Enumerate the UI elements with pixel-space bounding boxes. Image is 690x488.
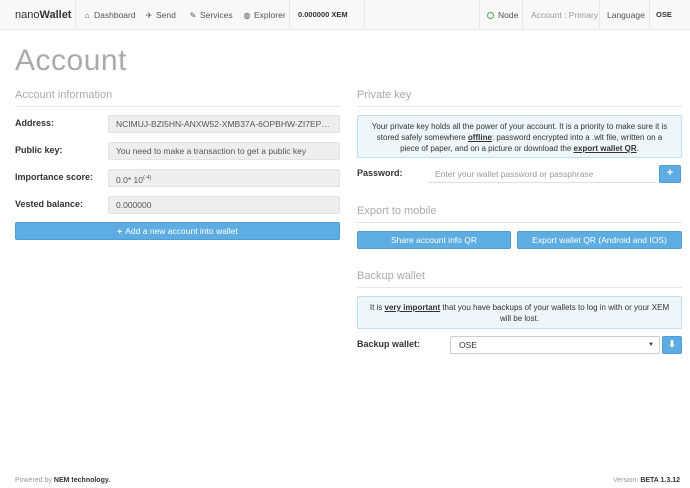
backup-wallet-selected: OSE <box>459 340 477 350</box>
nav-divider <box>479 0 480 30</box>
nav-dashboard[interactable]: ⌂ Dashboard <box>83 0 136 30</box>
section-divider <box>357 106 682 107</box>
download-icon: ⬇ <box>668 339 676 349</box>
footer-version: Version: BETA 1.3.12 <box>613 477 680 484</box>
account-selector[interactable]: Account : Primary <box>531 0 598 30</box>
node-label: Node <box>498 10 519 20</box>
section-divider <box>15 106 340 107</box>
share-account-qr-button[interactable]: Share account info QR <box>357 231 511 249</box>
wrench-icon: ✎ <box>189 11 197 20</box>
nav-divider <box>522 0 523 30</box>
footer-powered-by: Powered by NEM technology. <box>15 477 110 484</box>
nav-services[interactable]: ✎ Services <box>189 0 233 30</box>
nav-explorer-label: Explorer <box>254 10 286 20</box>
wallet-menu[interactable]: OSE <box>656 0 672 30</box>
private-key-title: Private key <box>357 89 412 101</box>
vested-balance-field: 0.000000 <box>108 196 340 214</box>
version-prefix: Version: <box>613 477 641 484</box>
vested-balance-label: Vested balance: <box>15 199 84 209</box>
public-key-field[interactable]: You need to make a transaction to get a … <box>108 142 340 160</box>
offline-emphasis: offline <box>467 133 492 142</box>
nav-divider <box>75 0 76 30</box>
backup-info-text: It is <box>369 303 385 312</box>
brand-suffix: Wallet <box>39 9 72 21</box>
backup-info-text-2: that you have backups of your wallets to… <box>440 303 670 323</box>
powered-prefix: Powered by <box>15 477 54 484</box>
nav-dashboard-label: Dashboard <box>94 10 136 20</box>
nav-explorer[interactable]: ◍ Explorer <box>243 0 286 30</box>
section-divider <box>357 287 682 288</box>
nav-divider <box>599 0 600 30</box>
show-private-key-button[interactable]: + <box>659 165 681 183</box>
brand-prefix: nano <box>15 9 40 21</box>
caret-down-icon: ▼ <box>648 342 654 348</box>
export-mobile-title: Export to mobile <box>357 205 437 217</box>
importance-value: 0.0* 10 <box>116 174 143 185</box>
backup-wallet-select[interactable]: OSE ▼ <box>450 336 660 354</box>
private-key-info: Your private key holds all the power of … <box>357 115 682 158</box>
backup-wallet-label: Backup wallet: <box>357 339 421 349</box>
backup-wallet-title: Backup wallet <box>357 270 425 282</box>
top-navbar: nanoWallet ⌂ Dashboard ✈ Send ✎ Services ◍ E… <box>0 0 690 30</box>
importance-field: 0.0* 10(-4) <box>108 169 340 187</box>
nav-send[interactable]: ✈ Send <box>145 0 176 30</box>
page-title: Account <box>15 44 127 77</box>
download-backup-button[interactable]: ⬇ <box>662 336 682 354</box>
add-account-button[interactable]: + Add a new account into wallet <box>15 222 340 240</box>
send-icon: ✈ <box>145 11 153 20</box>
export-wallet-qr-button[interactable]: Export wallet QR (Android and IOS) <box>517 231 682 249</box>
balance-display: 0.000000 XEM <box>298 10 348 19</box>
password-input[interactable]: Enter your wallet password or passphrase <box>427 165 655 183</box>
export-wallet-qr-link[interactable]: export wallet QR <box>574 144 637 153</box>
home-icon: ⌂ <box>84 11 90 20</box>
globe-icon: ◍ <box>243 11 251 20</box>
importance-label: Importance score: <box>15 172 94 182</box>
nav-services-label: Services <box>200 10 233 20</box>
public-key-label: Public key: <box>15 145 63 155</box>
plus-icon: + <box>666 167 674 179</box>
importance-exponent: (-4) <box>142 175 152 181</box>
nav-send-label: Send <box>156 10 176 20</box>
nav-divider <box>289 0 290 30</box>
address-label: Address: <box>15 118 55 128</box>
node-status[interactable]: Node <box>487 0 518 30</box>
plus-icon: + <box>117 226 123 236</box>
add-account-label: Add a new account into wallet <box>125 226 238 236</box>
very-important-emphasis: very important <box>384 303 441 312</box>
address-field[interactable]: NCIMUJ-BZI5HN-ANXW52-XMB37A-6OPBHW-ZI7EP… <box>108 115 340 133</box>
backup-info: It is very important that you have backu… <box>357 296 682 329</box>
version-value: BETA 1.3.12 <box>640 477 680 484</box>
language-menu[interactable]: Language <box>607 0 645 30</box>
nav-divider <box>649 0 650 30</box>
password-label: Password: <box>357 168 403 178</box>
section-divider <box>357 222 682 223</box>
brand-logo[interactable]: nanoWallet <box>15 9 71 21</box>
node-status-icon <box>487 12 494 19</box>
nem-technology-link[interactable]: NEM technology. <box>54 477 110 484</box>
nav-divider <box>364 0 365 30</box>
private-key-info-end: . <box>636 144 639 153</box>
account-info-title: Account information <box>15 89 113 101</box>
